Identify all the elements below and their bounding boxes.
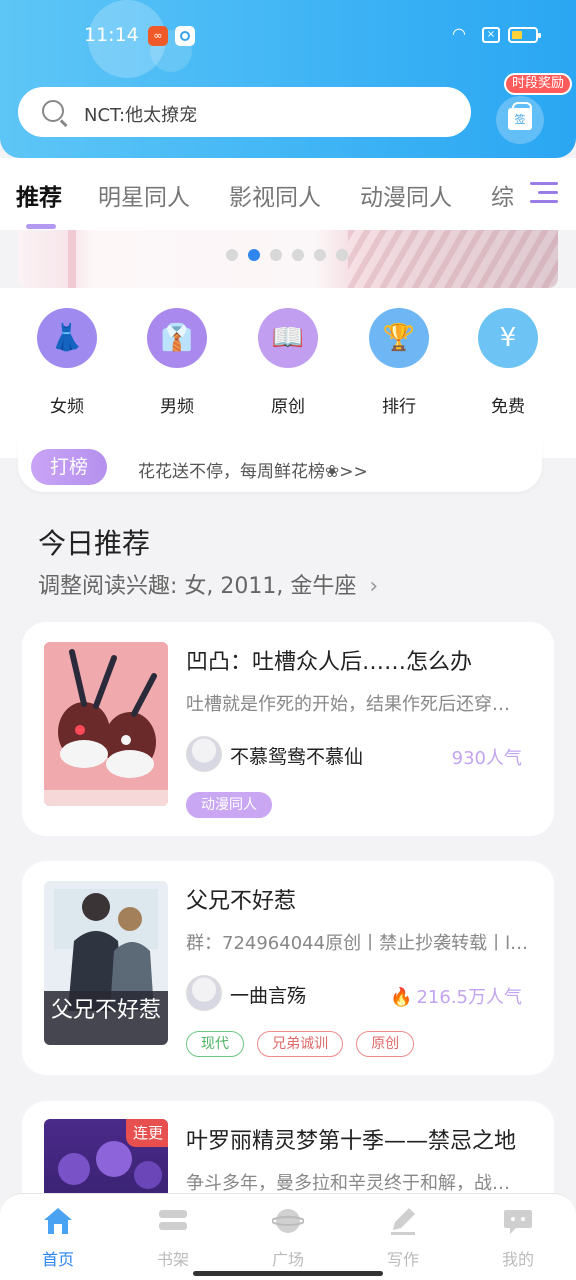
sim-icon: × bbox=[482, 27, 500, 43]
book-title: 凹凸：吐槽众人后……怎么办 bbox=[186, 650, 473, 675]
chevron-right-icon: › bbox=[369, 574, 379, 599]
category-female[interactable]: 👗 女频 bbox=[17, 308, 117, 417]
pen-icon bbox=[387, 1206, 419, 1236]
book-card[interactable]: 凹凸：吐槽众人后……怎么办 吐槽就是作死的开始，结果作死后还穿… 不慕鸳鸯不慕仙… bbox=[22, 622, 554, 836]
status-time: 11:14 bbox=[84, 24, 139, 46]
nav-write[interactable]: 写作 bbox=[363, 1206, 443, 1270]
category-label: 免费 bbox=[491, 397, 525, 417]
book-description: 吐槽就是作死的开始，结果作死后还穿… bbox=[186, 694, 510, 715]
nav-label: 写作 bbox=[386, 1250, 419, 1269]
gift-icon-label: 签 bbox=[514, 113, 526, 126]
category-original[interactable]: 📖 原创 bbox=[238, 308, 338, 417]
bottom-nav: 首页 书架 广场 写作 我的 bbox=[0, 1193, 576, 1280]
reading-interest-text: 调整阅读兴趣: 女, 2011, 金牛座 bbox=[38, 574, 357, 599]
gift-icon: 签 bbox=[508, 102, 532, 130]
tab-anime-fanfic[interactable]: 动漫同人 bbox=[360, 178, 452, 212]
popularity-value: 216.5万人气 bbox=[416, 987, 522, 1008]
carousel-dot bbox=[314, 249, 326, 261]
planet-icon bbox=[271, 1206, 305, 1236]
home-indicator[interactable] bbox=[193, 1271, 383, 1276]
tag[interactable]: 动漫同人 bbox=[186, 792, 272, 818]
nav-label: 首页 bbox=[41, 1250, 74, 1269]
nav-bookshelf[interactable]: 书架 bbox=[133, 1206, 213, 1270]
tab-indicator bbox=[26, 224, 56, 229]
flame-icon: 🔥 bbox=[390, 987, 413, 1008]
carousel-dot bbox=[336, 249, 348, 261]
carousel-dot bbox=[226, 249, 238, 261]
carousel-dot bbox=[292, 249, 304, 261]
nav-profile[interactable]: 我的 bbox=[478, 1206, 558, 1270]
reward-badge[interactable]: 时段奖励 bbox=[504, 73, 573, 95]
tag-list: 动漫同人 bbox=[186, 792, 280, 818]
tag[interactable]: 兄弟诚训 bbox=[257, 1031, 344, 1057]
chat-icon bbox=[502, 1206, 534, 1236]
author-avatar bbox=[186, 975, 222, 1011]
tab-film-fanfic[interactable]: 影视同人 bbox=[229, 178, 321, 212]
section-title: 今日推荐 bbox=[38, 527, 151, 560]
carousel-dot bbox=[270, 249, 282, 261]
reading-interest-link[interactable]: 调整阅读兴趣: 女, 2011, 金牛座 › bbox=[38, 568, 378, 600]
carousel-dot-active bbox=[248, 249, 260, 261]
category-label: 男频 bbox=[160, 397, 194, 417]
banner-decor bbox=[68, 230, 76, 288]
search-bar[interactable]: NCT:他太撩宠 bbox=[18, 87, 471, 137]
book-cover bbox=[44, 642, 168, 806]
tab-recommend[interactable]: 推荐 bbox=[16, 178, 62, 212]
tag[interactable]: 现代 bbox=[186, 1031, 244, 1057]
header: 11:14 ∞ ◠ × NCT:他太撩宠 签 bbox=[0, 0, 576, 158]
tag[interactable]: 原创 bbox=[356, 1031, 415, 1057]
ranking-banner[interactable]: 打榜 花花送不停，每周鲜花榜❀>> bbox=[18, 440, 542, 492]
category-label: 原创 bbox=[271, 397, 305, 417]
author-avatar bbox=[186, 736, 222, 772]
category-free[interactable]: ¥ 免费 bbox=[458, 308, 558, 417]
book-title: 叶罗丽精灵梦第十季——禁忌之地 bbox=[186, 1129, 517, 1154]
nav-home[interactable]: 首页 bbox=[18, 1206, 98, 1270]
status-bar: 11:14 ∞ ◠ × bbox=[0, 0, 576, 70]
search-placeholder: NCT:他太撩宠 bbox=[84, 105, 198, 126]
sign-in-gift-button[interactable]: 签 bbox=[496, 96, 544, 144]
nav-label: 广场 bbox=[271, 1250, 304, 1269]
nav-square[interactable]: 广场 bbox=[248, 1206, 328, 1270]
coin-icon: ¥ bbox=[478, 308, 538, 368]
battery-icon bbox=[508, 27, 541, 43]
menu-icon[interactable] bbox=[530, 182, 558, 206]
home-icon bbox=[42, 1206, 74, 1236]
dress-icon: 👗 bbox=[37, 308, 97, 368]
book-cover: 父兄不好惹 bbox=[44, 881, 168, 1045]
category-tabs: 推荐 明星同人 影视同人 动漫同人 综 bbox=[0, 158, 576, 230]
trophy-icon: 🏆 bbox=[369, 308, 429, 368]
book-title: 父兄不好惹 bbox=[186, 889, 297, 914]
shirt-icon: 👔 bbox=[147, 308, 207, 368]
carousel-dots bbox=[226, 246, 358, 261]
cover-title-text: 父兄不好惹 bbox=[51, 998, 161, 1023]
search-icon bbox=[42, 100, 64, 122]
wifi-icon: ◠ bbox=[452, 24, 466, 43]
category-label: 女频 bbox=[50, 397, 84, 417]
tab-mixed[interactable]: 综 bbox=[491, 178, 514, 212]
tab-star-fanfic[interactable]: 明星同人 bbox=[98, 178, 190, 212]
notification-app-icon bbox=[175, 26, 195, 46]
popularity-count: 🔥 216.5万人气 bbox=[390, 983, 522, 1009]
banner-image bbox=[348, 230, 558, 288]
book-description: 争斗多年，曼多拉和辛灵终于和解，战… bbox=[186, 1173, 510, 1194]
book-icon: 📖 bbox=[258, 308, 318, 368]
book-description: 群：724964044原创丨禁止抄袭转载丨l… bbox=[186, 933, 529, 954]
category-male[interactable]: 👔 男频 bbox=[127, 308, 227, 417]
book-card[interactable]: 父兄不好惹 父兄不好惹 群：724964044原创丨禁止抄袭转载丨l… 一曲言殇… bbox=[22, 861, 554, 1075]
nav-label: 我的 bbox=[501, 1250, 534, 1269]
tag-list: 现代 兄弟诚训 原创 bbox=[186, 1031, 422, 1057]
author-name: 一曲言殇 bbox=[230, 985, 307, 1007]
notification-app-icon: ∞ bbox=[148, 26, 168, 46]
category-grid: 👗 女频 👔 男频 📖 原创 🏆 排行 ¥ 免费 bbox=[0, 288, 576, 458]
serializing-badge: 连更 bbox=[126, 1119, 168, 1147]
author-name: 不慕鸳鸯不慕仙 bbox=[230, 746, 364, 768]
bookshelf-icon bbox=[157, 1206, 189, 1236]
ranking-badge: 打榜 bbox=[31, 449, 107, 485]
nav-label: 书架 bbox=[156, 1250, 189, 1269]
category-label: 排行 bbox=[382, 397, 416, 417]
popularity-count: 930人气 bbox=[451, 748, 522, 769]
ranking-text: 花花送不停，每周鲜花榜❀>> bbox=[138, 462, 368, 482]
category-ranking[interactable]: 🏆 排行 bbox=[349, 308, 449, 417]
